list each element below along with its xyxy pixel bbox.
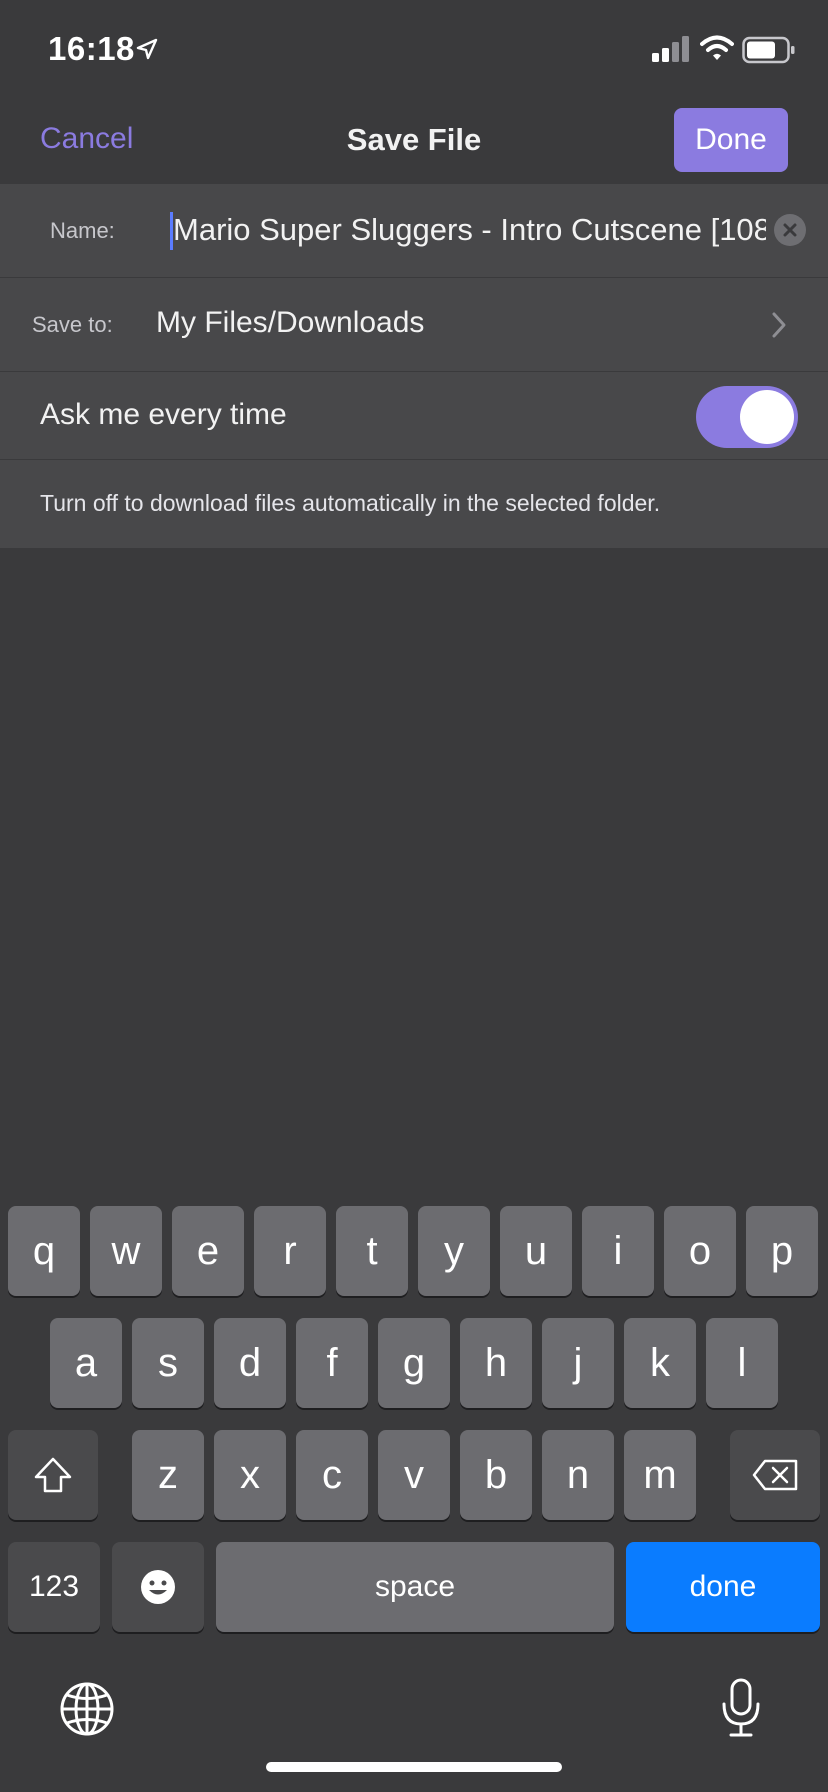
- key-c[interactable]: c: [296, 1430, 368, 1520]
- emoji-key[interactable]: [112, 1542, 204, 1632]
- name-value: Mario Super Sluggers - Intro Cutscene [1…: [173, 212, 766, 247]
- status-time: 16:18: [48, 30, 135, 67]
- shift-key[interactable]: [8, 1430, 98, 1520]
- key-u[interactable]: u: [500, 1206, 572, 1296]
- location-arrow-icon: [136, 38, 158, 60]
- name-row: Name: Mario Super Sluggers - Intro Cutsc…: [0, 184, 828, 278]
- key-i[interactable]: i: [582, 1206, 654, 1296]
- space-key[interactable]: space: [216, 1542, 614, 1632]
- chevron-right-icon: [772, 312, 786, 338]
- key-b[interactable]: b: [460, 1430, 532, 1520]
- key-a[interactable]: a: [50, 1318, 122, 1408]
- key-f[interactable]: f: [296, 1318, 368, 1408]
- key-v[interactable]: v: [378, 1430, 450, 1520]
- key-h[interactable]: h: [460, 1318, 532, 1408]
- nav-bar: Cancel Save File Done: [0, 100, 828, 184]
- key-k[interactable]: k: [624, 1318, 696, 1408]
- key-g[interactable]: g: [378, 1318, 450, 1408]
- help-text: Turn off to download files automatically…: [40, 490, 661, 516]
- key-r[interactable]: r: [254, 1206, 326, 1296]
- key-e[interactable]: e: [172, 1206, 244, 1296]
- wifi-icon: [700, 35, 734, 60]
- key-d[interactable]: d: [214, 1318, 286, 1408]
- shift-icon: [34, 1457, 72, 1493]
- note-row: Turn off to download files automatically…: [0, 460, 828, 548]
- cancel-button[interactable]: Cancel: [40, 122, 133, 156]
- microphone-icon[interactable]: [718, 1676, 764, 1740]
- signal-icon: [652, 36, 689, 62]
- clear-icon[interactable]: [774, 214, 806, 246]
- ask-every-time-toggle[interactable]: [696, 386, 798, 448]
- battery-icon: [742, 36, 795, 64]
- key-s[interactable]: s: [132, 1318, 204, 1408]
- numbers-key[interactable]: 123: [8, 1542, 100, 1632]
- save-file-form: Name: Mario Super Sluggers - Intro Cutsc…: [0, 184, 828, 548]
- ask-every-time-label: Ask me every time: [40, 398, 287, 431]
- key-p[interactable]: p: [746, 1206, 818, 1296]
- keyboard: q w e r t y u i o p a s d f g h j k l z …: [0, 1196, 828, 1792]
- emoji-icon: [141, 1570, 175, 1604]
- key-n[interactable]: n: [542, 1430, 614, 1520]
- key-w[interactable]: w: [90, 1206, 162, 1296]
- key-y[interactable]: y: [418, 1206, 490, 1296]
- keyboard-done-key[interactable]: done: [626, 1542, 820, 1632]
- key-l[interactable]: l: [706, 1318, 778, 1408]
- name-label: Name:: [50, 218, 115, 243]
- save-to-label: Save to:: [32, 312, 113, 337]
- delete-key[interactable]: [730, 1430, 820, 1520]
- key-m[interactable]: m: [624, 1430, 696, 1520]
- name-input[interactable]: Mario Super Sluggers - Intro Cutscene [1…: [170, 206, 766, 256]
- key-o[interactable]: o: [664, 1206, 736, 1296]
- done-button[interactable]: Done: [674, 108, 788, 172]
- toggle-knob: [740, 390, 794, 444]
- key-q[interactable]: q: [8, 1206, 80, 1296]
- save-to-row[interactable]: Save to: My Files/Downloads: [0, 278, 828, 372]
- delete-icon: [752, 1459, 798, 1491]
- key-j[interactable]: j: [542, 1318, 614, 1408]
- key-x[interactable]: x: [214, 1430, 286, 1520]
- key-z[interactable]: z: [132, 1430, 204, 1520]
- status-bar: 16:18: [0, 0, 828, 100]
- key-t[interactable]: t: [336, 1206, 408, 1296]
- ask-every-time-row: Ask me every time: [0, 372, 828, 460]
- globe-icon[interactable]: [58, 1680, 116, 1738]
- save-to-value: My Files/Downloads: [156, 306, 425, 339]
- home-indicator[interactable]: [266, 1762, 562, 1772]
